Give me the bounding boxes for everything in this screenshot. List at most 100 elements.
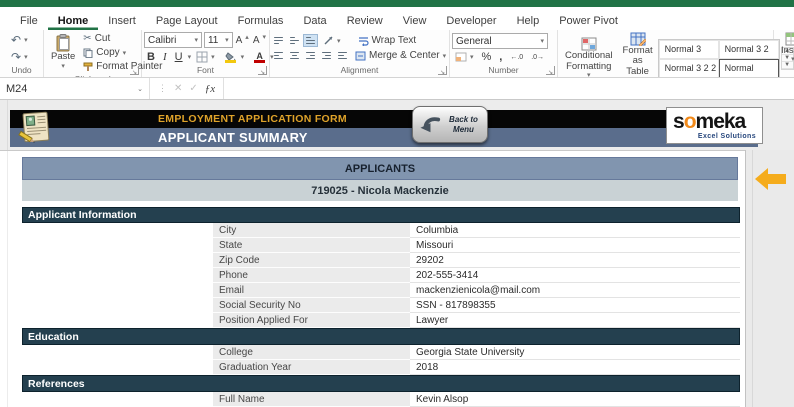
tab-page-layout[interactable]: Page Layout: [146, 7, 228, 30]
format-as-table-button[interactable]: Format as Table▾: [618, 32, 658, 78]
tab-home[interactable]: Home: [48, 7, 99, 30]
format-as-table-icon: [630, 32, 646, 46]
align-center-button[interactable]: [288, 50, 301, 62]
field-value[interactable]: 202-555-3414: [410, 268, 740, 283]
tab-formulas[interactable]: Formulas: [228, 7, 294, 30]
tab-review[interactable]: Review: [337, 7, 393, 30]
table-row: Social Security NoSSN - 817898355: [22, 298, 740, 313]
summary-table: Applicant Information CityColumbia State…: [22, 207, 740, 407]
field-label[interactable]: City: [213, 223, 410, 238]
decrease-indent-button[interactable]: [320, 50, 333, 62]
field-value[interactable]: Missouri: [410, 238, 740, 253]
field-value[interactable]: Columbia: [410, 223, 740, 238]
align-right-button[interactable]: [304, 50, 317, 62]
bold-button[interactable]: B: [144, 51, 158, 63]
percent-style-button[interactable]: %: [479, 51, 495, 63]
section-references[interactable]: References: [22, 375, 740, 392]
top-align-button[interactable]: [272, 35, 285, 47]
select-applicant-arrow-icon[interactable]: [755, 167, 786, 191]
insert-function-button[interactable]: ƒx: [205, 83, 215, 95]
align-left-button[interactable]: [272, 50, 285, 62]
style-normal-3-2-2[interactable]: Normal 3 2 2: [659, 59, 719, 78]
wrap-text-button[interactable]: Wrap Text: [355, 34, 420, 47]
number-dialog-launcher[interactable]: [546, 66, 555, 75]
font-size-select[interactable]: 11▾: [204, 32, 233, 48]
back-to-menu-button[interactable]: Back to Menu: [412, 106, 488, 143]
increase-indent-button[interactable]: [336, 50, 349, 62]
table-row: Graduation Year2018: [22, 360, 740, 375]
title-bar: [0, 0, 794, 7]
field-value[interactable]: 29202: [410, 253, 740, 268]
middle-align-button[interactable]: [288, 35, 301, 47]
field-label[interactable]: Email: [213, 283, 410, 298]
clipboard-dialog-launcher[interactable]: [130, 66, 139, 75]
alignment-dialog-launcher[interactable]: [438, 66, 447, 75]
undo-button[interactable]: ↶▾: [8, 33, 31, 47]
merge-center-button[interactable]: Merge & Center▾: [352, 49, 449, 62]
fill-color-button[interactable]: ▾: [220, 51, 248, 64]
field-value[interactable]: Georgia State University: [410, 345, 740, 360]
worksheet: EMPLOYMENT APPLICATION FORM APPLICANT SU…: [0, 100, 794, 407]
font-dialog-launcher[interactable]: [258, 66, 267, 75]
number-format-select[interactable]: General▾: [452, 33, 548, 49]
tab-help[interactable]: Help: [507, 7, 550, 30]
field-label[interactable]: Full Name: [213, 392, 410, 407]
orientation-button[interactable]: ▾: [320, 34, 344, 47]
applicant-selector-cell[interactable]: 719025 - Nicola Mackenzie: [22, 180, 738, 201]
formula-input[interactable]: [224, 78, 794, 99]
field-value[interactable]: Kevin Alsop: [410, 392, 740, 407]
table-row: Zip Code29202: [22, 253, 740, 268]
someka-tagline: Excel Solutions: [673, 133, 756, 140]
accounting-format-button[interactable]: ▾: [452, 51, 477, 63]
cancel-icon[interactable]: ✕: [174, 83, 182, 94]
style-normal-3-2[interactable]: Normal 3 2: [719, 40, 779, 59]
bottom-align-button[interactable]: [304, 35, 317, 47]
grow-font-button[interactable]: A▴: [235, 35, 250, 46]
tab-data[interactable]: Data: [293, 7, 336, 30]
field-label[interactable]: Phone: [213, 268, 410, 283]
kebab-separator-icon: ⋮: [158, 83, 167, 94]
shrink-font-button[interactable]: A▾: [252, 35, 267, 46]
increase-decimal-button[interactable]: ←.0: [507, 53, 526, 62]
enter-icon[interactable]: ✓: [189, 83, 197, 94]
field-label[interactable]: Position Applied For: [213, 313, 410, 328]
field-label[interactable]: State: [213, 238, 410, 253]
borders-button[interactable]: ▾: [193, 50, 218, 64]
underline-button[interactable]: U: [172, 51, 186, 63]
merge-center-label: Merge & Center: [369, 50, 440, 61]
insert-cells-button[interactable]: Insert▾: [776, 32, 794, 64]
tab-file[interactable]: File: [10, 7, 48, 30]
formula-buttons: ⋮ ✕ ✓ ƒx: [150, 78, 224, 99]
comma-style-button[interactable]: ,: [496, 51, 505, 63]
tab-insert[interactable]: Insert: [98, 7, 146, 30]
field-value[interactable]: 2018: [410, 360, 740, 375]
field-label[interactable]: Social Security No: [213, 298, 410, 313]
field-value[interactable]: SSN - 817898355: [410, 298, 740, 313]
font-name-select[interactable]: Calibri▾: [144, 32, 202, 48]
tab-developer[interactable]: Developer: [436, 7, 506, 30]
redo-button[interactable]: ↷▾: [8, 50, 31, 64]
name-box-dropdown-icon[interactable]: ⌄: [137, 85, 143, 93]
field-label[interactable]: Graduation Year: [213, 360, 410, 375]
field-value[interactable]: mackenzienicola@mail.com: [410, 283, 740, 298]
tab-view[interactable]: View: [393, 7, 437, 30]
style-normal-3[interactable]: Normal 3: [659, 40, 719, 59]
field-label[interactable]: College: [213, 345, 410, 360]
tab-power-pivot[interactable]: Power Pivot: [549, 7, 628, 30]
conditional-formatting-button[interactable]: Conditional Formatting▾: [560, 37, 618, 78]
section-applicant-information[interactable]: Applicant Information: [22, 207, 740, 223]
table-row: CityColumbia: [22, 223, 740, 238]
italic-button[interactable]: I: [160, 51, 170, 63]
style-normal-selected[interactable]: Normal: [719, 59, 779, 78]
underline-dropdown[interactable]: ▾: [188, 53, 192, 61]
applicants-header-cell[interactable]: APPLICANTS: [22, 157, 738, 180]
decrease-decimal-button[interactable]: .0→: [528, 53, 547, 62]
fill-color-icon: [223, 52, 238, 63]
paste-button[interactable]: Paste▾: [46, 34, 80, 70]
row-spacer: [22, 253, 213, 268]
field-value[interactable]: Lawyer: [410, 313, 740, 328]
row-spacer: [22, 268, 213, 283]
section-education[interactable]: Education: [22, 328, 740, 345]
name-box[interactable]: M24 ⌄: [0, 78, 150, 99]
field-label[interactable]: Zip Code: [213, 253, 410, 268]
